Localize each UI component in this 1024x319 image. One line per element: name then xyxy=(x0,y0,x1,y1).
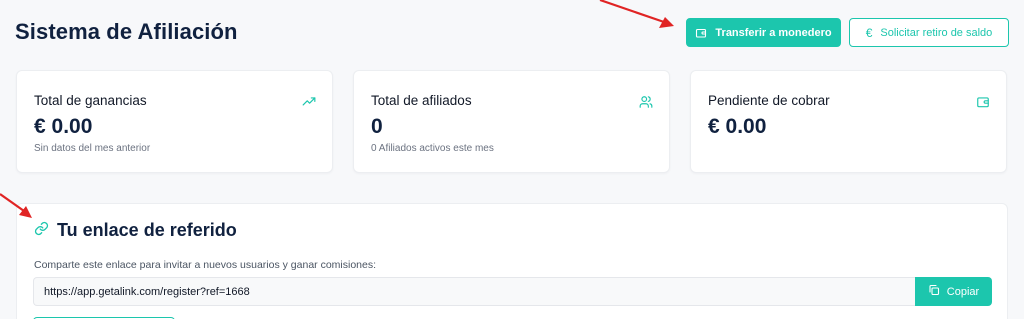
card-value: € 0.00 xyxy=(708,115,767,138)
total-earnings-card: Total de ganancias € 0.00 Sin datos del … xyxy=(16,70,333,173)
card-label: Total de afiliados xyxy=(371,93,472,108)
card-value: € 0.00 xyxy=(34,115,93,138)
affiliate-page: Sistema de Afiliación Transferir a moned… xyxy=(0,0,1024,319)
total-affiliates-card: Total de afiliados 0 0 Afiliados activos… xyxy=(353,70,670,173)
euro-icon: € xyxy=(865,25,873,40)
copy-button[interactable]: Copiar xyxy=(915,277,992,306)
annotation-arrow-transfer xyxy=(599,0,674,28)
card-label: Total de ganancias xyxy=(34,93,147,108)
referral-link-input[interactable] xyxy=(33,277,916,306)
trending-up-icon xyxy=(302,95,316,109)
referral-title: Tu enlace de referido xyxy=(34,220,237,241)
copy-button-label: Copiar xyxy=(946,285,980,298)
transfer-button-label: Transferir a monedero xyxy=(715,26,832,39)
pending-payout-card: Pendiente de cobrar € 0.00 xyxy=(690,70,1007,173)
copy-icon xyxy=(928,284,940,299)
card-subtext: Sin datos del mes anterior xyxy=(34,143,151,154)
page-title: Sistema de Afiliación xyxy=(15,19,238,44)
request-withdrawal-button[interactable]: € Solicitar retiro de saldo xyxy=(849,18,1009,47)
referral-title-text: Tu enlace de referido xyxy=(57,220,237,240)
wallet-icon xyxy=(695,27,707,39)
withdraw-button-label: Solicitar retiro de saldo xyxy=(880,26,993,39)
users-icon xyxy=(639,95,653,109)
card-subtext: 0 Afiliados activos este mes xyxy=(371,143,494,154)
referral-link-panel: Tu enlace de referido Comparte este enla… xyxy=(16,203,1008,319)
referral-description: Comparte este enlace para invitar a nuev… xyxy=(34,259,377,271)
wallet-icon xyxy=(976,95,990,109)
link-icon xyxy=(34,220,49,241)
transfer-to-wallet-button[interactable]: Transferir a monedero xyxy=(686,18,841,47)
card-label: Pendiente de cobrar xyxy=(708,93,830,108)
card-value: 0 xyxy=(371,115,383,138)
